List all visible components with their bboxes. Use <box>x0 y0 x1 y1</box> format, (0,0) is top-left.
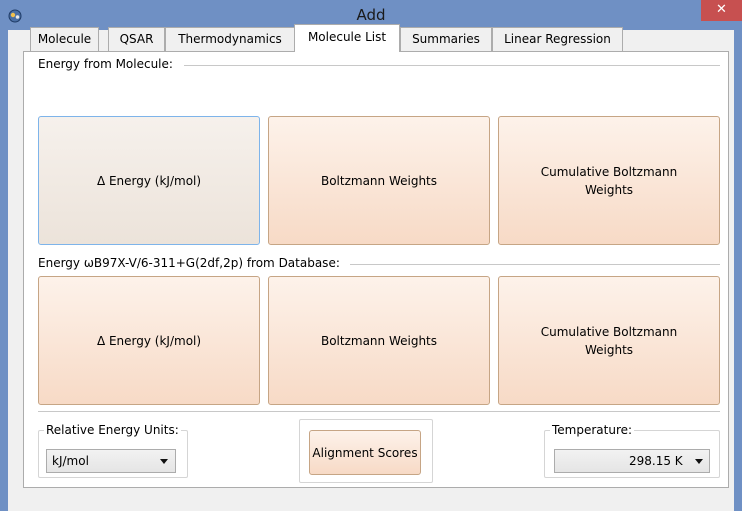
button-label: Cumulative Boltzmann Weights <box>540 164 678 197</box>
selected-value: kJ/mol <box>52 454 89 468</box>
energy-from-database-header: Energy ωB97X-V/6-311+G(2df,2p) from Data… <box>38 256 340 270</box>
group-divider <box>184 65 720 66</box>
tab-molecule[interactable]: Molecule <box>30 27 99 51</box>
tab-qsar[interactable]: QSAR <box>108 27 165 51</box>
molecule-cumulative-boltzmann-button[interactable]: Cumulative Boltzmann Weights <box>498 116 720 245</box>
button-label: Δ Energy (kJ/mol) <box>96 173 202 188</box>
button-label: Boltzmann Weights <box>320 173 438 188</box>
database-boltzmann-weights-button[interactable]: Boltzmann Weights <box>268 276 490 405</box>
database-delta-energy-button[interactable]: Δ Energy (kJ/mol) <box>38 276 260 405</box>
tab-molecule-list[interactable]: Molecule List <box>294 24 400 52</box>
button-label: Boltzmann Weights <box>320 333 438 348</box>
selected-value: 298.15 K <box>629 454 683 468</box>
molecule-delta-energy-button[interactable]: Δ Energy (kJ/mol) <box>38 116 260 245</box>
chevron-down-icon <box>695 459 703 464</box>
temperature-label: Temperature: <box>550 423 635 437</box>
temperature-dropdown[interactable]: 298.15 K <box>554 449 710 473</box>
relative-energy-units-dropdown[interactable]: kJ/mol <box>46 449 176 473</box>
molecule-list-panel: Energy from Molecule: Δ Energy (kJ/mol) … <box>23 51 729 488</box>
energy-from-molecule-header: Energy from Molecule: <box>38 57 173 71</box>
chevron-down-icon <box>160 459 168 464</box>
database-cumulative-boltzmann-button[interactable]: Cumulative Boltzmann Weights <box>498 276 720 405</box>
group-divider <box>350 264 720 265</box>
alignment-scores-button[interactable]: Alignment Scores <box>309 430 421 475</box>
button-label: Δ Energy (kJ/mol) <box>96 333 202 348</box>
molecule-boltzmann-weights-button[interactable]: Boltzmann Weights <box>268 116 490 245</box>
bottom-divider <box>38 411 720 412</box>
tab-thermodynamics[interactable]: Thermodynamics <box>165 27 295 51</box>
close-button[interactable]: ✕ <box>701 0 742 21</box>
close-icon: ✕ <box>716 2 727 17</box>
tab-summaries[interactable]: Summaries <box>400 27 492 51</box>
relative-energy-units-label: Relative Energy Units: <box>44 423 181 437</box>
button-label: Cumulative Boltzmann Weights <box>540 324 678 357</box>
button-label: Alignment Scores <box>312 445 418 460</box>
tab-linear-regression[interactable]: Linear Regression <box>492 27 623 51</box>
